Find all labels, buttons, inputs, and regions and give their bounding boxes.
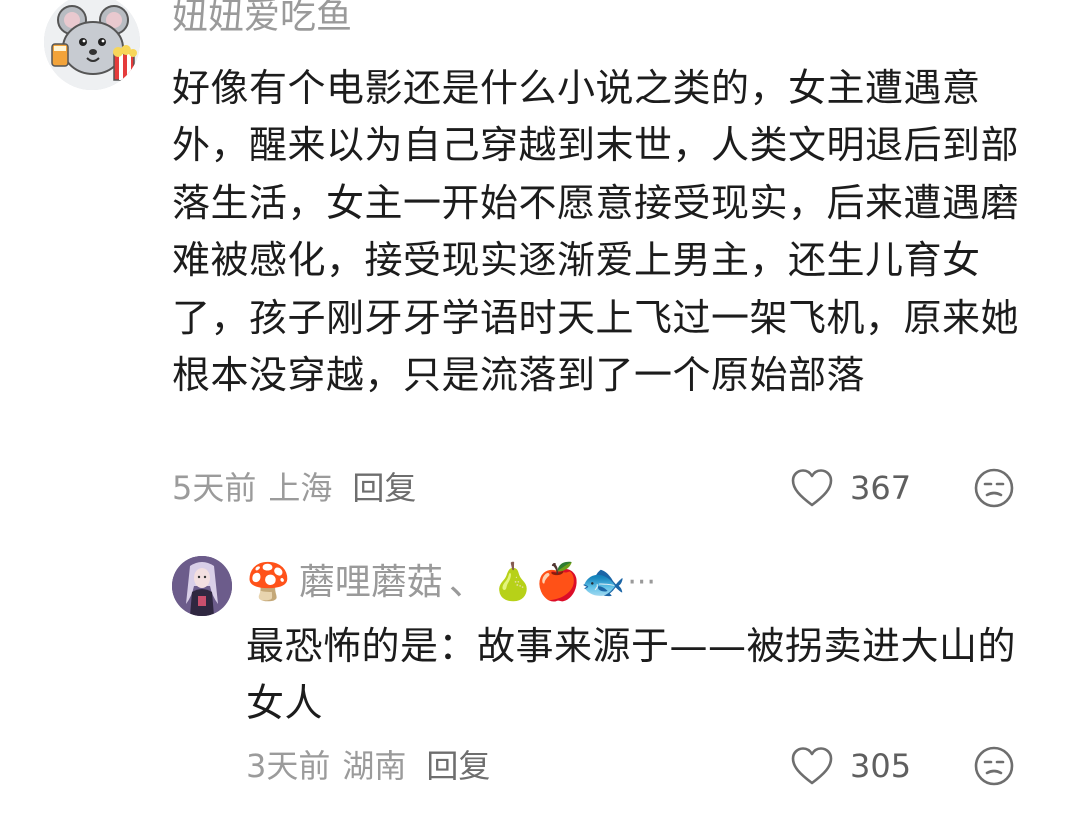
comment-item: 妞妞爱吃鱼 好像有个电影还是什么小说之类的，女主遭遇意外，醒来以为自己穿越到末世… xyxy=(0,0,1079,540)
username[interactable]: 妞妞爱吃鱼 xyxy=(172,0,352,40)
mushroom-icon: 🍄 xyxy=(246,562,291,603)
user-avatar[interactable] xyxy=(172,556,232,616)
like-button[interactable]: 305 xyxy=(790,744,911,788)
reply-button[interactable]: 回复 xyxy=(352,466,416,510)
comment-time: 3天前 xyxy=(246,747,331,785)
name-separator: 、 xyxy=(448,562,485,603)
like-button[interactable]: 367 xyxy=(790,466,911,510)
comment-text: 最恐怖的是：故事来源于——被拐卖进大山的女人 xyxy=(246,624,1017,726)
like-count: 305 xyxy=(850,747,912,785)
comment-meta: 5天前 上海 回复 xyxy=(172,466,416,510)
dislike-button[interactable] xyxy=(972,466,1016,514)
apple-icon: 🍎 xyxy=(535,562,581,603)
dislike-button[interactable] xyxy=(972,744,1016,792)
like-count: 367 xyxy=(850,469,912,507)
heart-icon xyxy=(791,469,833,507)
comment-time: 5天前 xyxy=(172,469,257,507)
comment-meta: 3天前 湖南 回复 xyxy=(246,744,490,788)
reply-button[interactable]: 回复 xyxy=(426,744,490,788)
unhappy-face-icon xyxy=(974,746,1014,786)
username-row[interactable]: 🍄 蘑哩蘑菇 、 🍐 🍎 🐟 ··· xyxy=(246,558,656,608)
heart-icon xyxy=(791,747,833,785)
pear-icon: 🍐 xyxy=(490,562,536,603)
anime-character-avatar-icon xyxy=(172,556,232,616)
name-ellipsis: ··· xyxy=(627,565,656,600)
comment-text: 好像有个电影还是什么小说之类的，女主遭遇意外，醒来以为自己穿越到末世，人类文明退… xyxy=(172,66,1020,398)
unhappy-face-icon xyxy=(974,468,1014,508)
comment-region: 湖南 xyxy=(342,747,407,785)
reply-comment-item: 🍄 蘑哩蘑菇 、 🍐 🍎 🐟 ··· 最恐怖的是：故事来源于——被拐卖进大山的女… xyxy=(0,548,1079,814)
user-avatar[interactable] xyxy=(44,0,140,90)
username: 蘑哩蘑菇 xyxy=(298,562,443,603)
cartoon-mouse-avatar-icon xyxy=(44,0,140,90)
comment-region: 上海 xyxy=(268,469,333,507)
fish-icon: 🐟 xyxy=(580,562,626,603)
